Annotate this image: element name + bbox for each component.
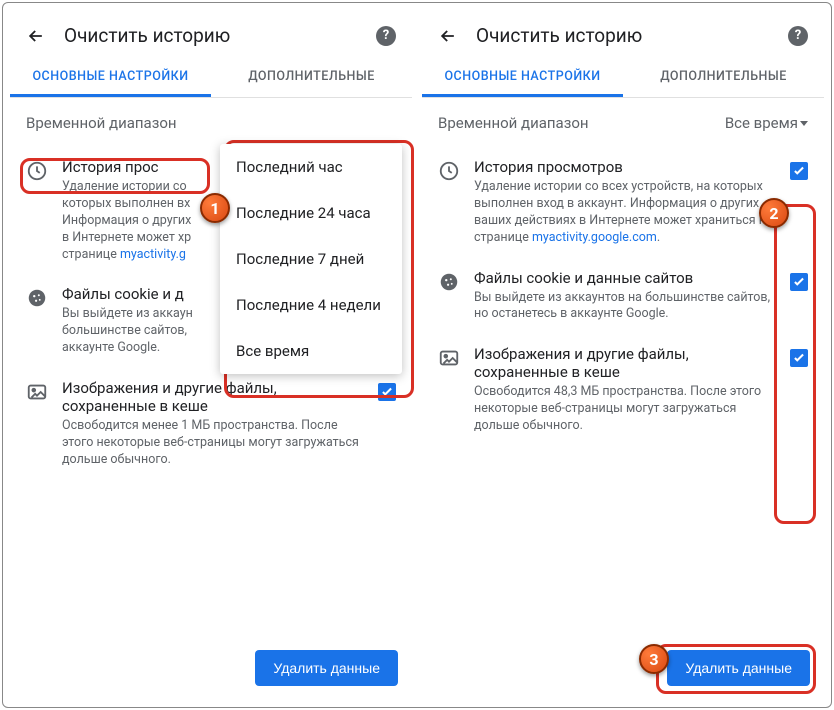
clock-icon <box>26 160 48 182</box>
back-icon[interactable] <box>26 26 46 46</box>
dropdown-item[interactable]: Последние 24 часа <box>220 190 402 236</box>
step-badge-2: 2 <box>759 198 789 228</box>
item-text: Файлы cookie и данные сайтов Вы выйдете … <box>474 269 776 324</box>
dropdown-item[interactable]: Последние 4 недели <box>220 282 402 328</box>
cookie-icon <box>438 271 460 293</box>
screen-right: Очистить историю ? ОСНОВНЫЕ НАСТРОЙКИ ДО… <box>422 10 824 700</box>
activity-link[interactable]: myactivity.google.com <box>532 230 657 245</box>
help-icon[interactable]: ? <box>788 26 808 46</box>
time-range-label: Временной диапазон <box>26 114 177 132</box>
list-item-cache[interactable]: Изображения и другие файлы, сохраненные … <box>10 369 412 481</box>
list-item-cache[interactable]: Изображения и другие файлы, сохраненные … <box>422 335 824 447</box>
step-badge-3: 3 <box>639 644 669 674</box>
page-title: Очистить историю <box>476 24 770 47</box>
image-icon <box>26 381 48 403</box>
item-text: Изображения и другие файлы, сохраненные … <box>474 345 776 435</box>
dropdown-item[interactable]: Все время <box>220 328 402 374</box>
delete-button[interactable]: Удалить данные <box>255 650 398 686</box>
cookies-checkbox[interactable] <box>790 273 808 291</box>
time-range-row[interactable]: Временной диапазон Все время <box>422 98 824 148</box>
dropdown-item[interactable]: Последний час <box>220 144 402 190</box>
tab-advanced[interactable]: ДОПОЛНИТЕЛЬНЫЕ <box>211 57 412 97</box>
tab-basic[interactable]: ОСНОВНЫЕ НАСТРОЙКИ <box>422 57 623 97</box>
header: Очистить историю ? <box>422 10 824 57</box>
time-range-dropdown: Последний час Последние 24 часа Последни… <box>220 144 402 374</box>
cookie-icon <box>26 287 48 309</box>
image-icon <box>438 347 460 369</box>
tabs: ОСНОВНЫЕ НАСТРОЙКИ ДОПОЛНИТЕЛЬНЫЕ <box>422 57 824 98</box>
dropdown-item[interactable]: Последние 7 дней <box>220 236 402 282</box>
delete-button[interactable]: Удалить данные <box>667 650 810 686</box>
time-range-label: Временной диапазон <box>438 114 589 132</box>
cache-checkbox[interactable] <box>378 383 396 401</box>
header: Очистить историю ? <box>10 10 412 57</box>
help-icon[interactable]: ? <box>376 26 396 46</box>
list-item-cookies[interactable]: Файлы cookie и данные сайтов Вы выйдете … <box>422 259 824 336</box>
cache-checkbox[interactable] <box>790 349 808 367</box>
back-icon[interactable] <box>438 26 458 46</box>
tab-basic[interactable]: ОСНОВНЫЕ НАСТРОЙКИ <box>10 57 211 97</box>
history-checkbox[interactable] <box>790 162 808 180</box>
step-badge-1: 1 <box>200 193 230 223</box>
item-text: Изображения и другие файлы, сохраненные … <box>62 379 364 469</box>
tab-advanced[interactable]: ДОПОЛНИТЕЛЬНЫЕ <box>623 57 824 97</box>
time-range-value: Все время <box>725 114 808 132</box>
item-text: История просмотров Удаление истории со в… <box>474 158 776 247</box>
time-range-row[interactable]: Временной диапазон <box>10 98 412 148</box>
activity-link[interactable]: myactivity.g <box>120 247 186 262</box>
clock-icon <box>438 160 460 182</box>
page-title: Очистить историю <box>64 24 358 47</box>
chevron-down-icon <box>800 121 808 126</box>
screen-left: Очистить историю ? ОСНОВНЫЕ НАСТРОЙКИ ДО… <box>10 10 412 700</box>
tabs: ОСНОВНЫЕ НАСТРОЙКИ ДОПОЛНИТЕЛЬНЫЕ <box>10 57 412 98</box>
